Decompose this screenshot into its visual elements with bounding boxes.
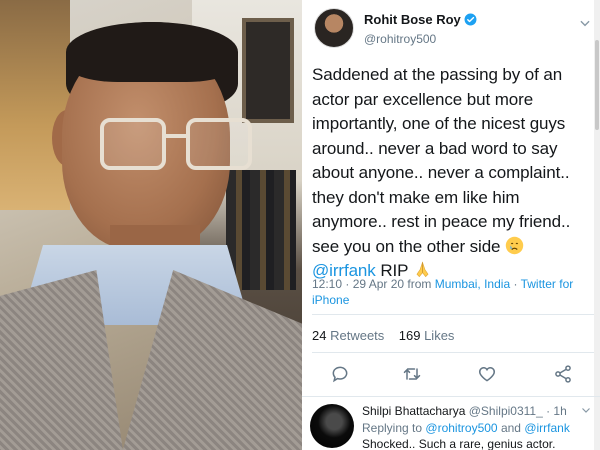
tweet-location[interactable]: Mumbai, India <box>435 277 510 291</box>
author-name-row[interactable]: Rohit Bose Roy <box>364 12 477 27</box>
replying-to: Replying to @rohitroy500 and @irrfank <box>362 421 570 435</box>
divider <box>312 314 594 315</box>
tweet-body: Saddened at the passing by of an actor p… <box>312 65 571 256</box>
tweet-actions <box>312 364 594 386</box>
meta-separator: · <box>513 277 518 291</box>
reply-text: Shocked.. Such a rare, genius actor. <box>362 437 556 450</box>
retweet-icon[interactable] <box>402 364 422 384</box>
retweet-stat[interactable]: 24 Retweets <box>312 328 384 343</box>
share-icon[interactable] <box>553 364 573 384</box>
divider <box>312 352 594 353</box>
replying-user-1[interactable]: @rohitroy500 <box>425 421 497 435</box>
author-avatar[interactable] <box>314 8 354 48</box>
reply-handle-time[interactable]: @Shilpi0311_ · 1h <box>469 404 567 418</box>
tweet-meta: 12:10 · 29 Apr 20 from Mumbai, India · T… <box>312 276 592 308</box>
retweet-label: Retweets <box>330 328 385 343</box>
profile-photo <box>0 0 302 450</box>
chevron-down-icon[interactable] <box>580 404 592 416</box>
author-handle[interactable]: @rohitroy500 <box>364 32 436 46</box>
reply-tweet[interactable]: Shilpi Bhattacharya @Shilpi0311_ · 1h Re… <box>302 396 600 450</box>
replying-user-2[interactable]: @irrfank <box>524 421 570 435</box>
reply-header: Shilpi Bhattacharya @Shilpi0311_ · 1h <box>362 404 567 418</box>
tweet-author: Rohit Bose Roy @rohitroy500 <box>314 8 594 54</box>
reply-avatar[interactable] <box>310 404 354 448</box>
tweet-text: Saddened at the passing by of an actor p… <box>312 63 594 284</box>
replying-prefix: Replying to <box>362 421 423 435</box>
tweet-card: Rohit Bose Roy @rohitroy500 Saddened at … <box>302 0 600 450</box>
chevron-down-icon[interactable] <box>578 16 592 30</box>
tweet-time[interactable]: 12:10 · 29 Apr 20 from <box>312 277 431 291</box>
retweet-count: 24 <box>312 328 327 343</box>
reply-author-name[interactable]: Shilpi Bhattacharya <box>362 404 465 418</box>
verified-badge-icon <box>464 13 477 26</box>
scrollbar[interactable] <box>594 0 600 450</box>
tweet-stats: 24 Retweets 169 Likes <box>312 328 454 343</box>
like-label: Likes <box>424 328 455 343</box>
crying-face-icon <box>505 236 524 254</box>
reply-icon[interactable] <box>330 364 350 384</box>
heart-icon[interactable] <box>477 364 497 384</box>
author-name[interactable]: Rohit Bose Roy <box>364 12 461 27</box>
replying-and: and <box>500 421 521 435</box>
like-stat[interactable]: 169 Likes <box>399 328 455 343</box>
like-count: 169 <box>398 328 421 343</box>
